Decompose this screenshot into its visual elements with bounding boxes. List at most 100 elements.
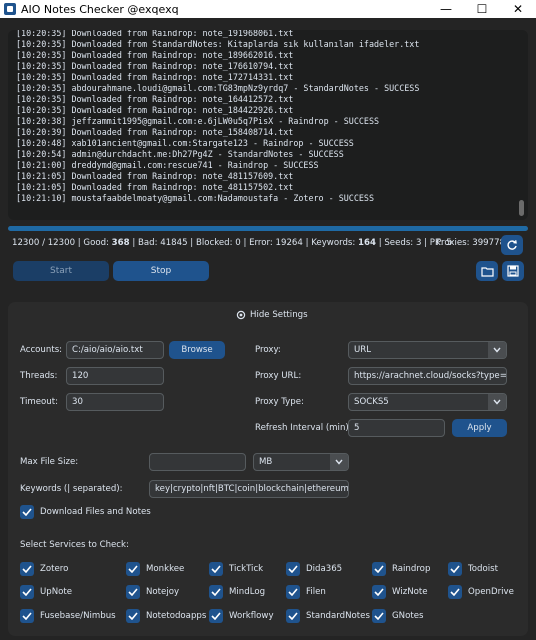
minimize-button[interactable]: —: [428, 0, 464, 18]
refresh-interval-label: Refresh Interval (min):: [255, 423, 352, 433]
service-label: OpenDrive: [468, 587, 514, 597]
service-label: Zotero: [40, 564, 69, 574]
max-file-size-input[interactable]: [149, 453, 246, 471]
max-file-size-label: Max File Size:: [20, 457, 79, 467]
service-checkbox-mindlog[interactable]: MindLog: [209, 585, 265, 599]
log-line: [10:21:05] Downloaded from Raindrop: not…: [16, 171, 294, 181]
keywords-input[interactable]: key|crypto|nft|BTC|coin|blockchain|ether…: [149, 480, 349, 498]
hide-settings-label: Hide Settings: [250, 310, 308, 320]
close-button[interactable]: ✕: [500, 0, 536, 18]
proxy-select[interactable]: URL: [348, 341, 507, 359]
checkmark-icon: [286, 609, 300, 623]
log-scrollbar[interactable]: [519, 200, 524, 216]
service-checkbox-wiznote[interactable]: WizNote: [372, 585, 428, 599]
service-checkbox-workflowy[interactable]: Workflowy: [209, 609, 274, 623]
progress-bar: [8, 226, 528, 231]
apply-button[interactable]: Apply: [452, 419, 507, 437]
log-line: [10:20:39] Downloaded from Raindrop: not…: [16, 127, 294, 137]
checkmark-icon: [372, 609, 386, 623]
log-output[interactable]: [10:20:35] Downloaded from Raindrop: not…: [8, 30, 528, 220]
max-file-unit-value: MB: [259, 457, 273, 467]
proxy-select-value: URL: [354, 345, 372, 355]
app-icon: [4, 3, 16, 15]
service-label: GNotes: [392, 611, 424, 621]
timeout-label: Timeout:: [20, 397, 59, 407]
save-icon: [507, 265, 519, 277]
start-button[interactable]: Start: [13, 261, 109, 281]
proxy-type-select[interactable]: SOCKS5: [348, 393, 507, 411]
log-line: [10:21:10] moustafaabdelmoaty@gmail.com:…: [16, 193, 374, 203]
select-services-label: Select Services to Check:: [20, 540, 129, 550]
service-checkbox-notetodoapps[interactable]: Notetodoapps: [126, 609, 206, 623]
accounts-input[interactable]: C:/aio/aio/aio.txt: [66, 341, 164, 359]
log-line: [10:20:48] xab101ancient@gmail.com:Starg…: [16, 138, 354, 148]
log-line: [10:20:35] Downloaded from Raindrop: not…: [16, 105, 294, 115]
service-checkbox-notejoy[interactable]: Notejoy: [126, 585, 179, 599]
service-checkbox-monkkee[interactable]: Monkkee: [126, 562, 184, 576]
checkmark-icon: [209, 585, 223, 599]
browse-button[interactable]: Browse: [169, 341, 225, 359]
service-checkbox-ticktick[interactable]: TickTick: [209, 562, 263, 576]
service-label: Todoist: [468, 564, 498, 574]
service-checkbox-zotero[interactable]: Zotero: [20, 562, 68, 576]
service-checkbox-opendrive[interactable]: OpenDrive: [448, 585, 514, 599]
keywords-count: 164: [358, 238, 376, 248]
error-label: Error:: [249, 238, 273, 248]
progress-count: 12300 / 12300: [12, 238, 76, 248]
log-lines: [10:20:35] Downloaded from Raindrop: not…: [16, 30, 514, 204]
service-label: TickTick: [229, 564, 264, 574]
service-label: Filen: [306, 587, 326, 597]
checkmark-icon: [20, 505, 34, 519]
checkmark-icon: [126, 562, 140, 576]
service-checkbox-todoist[interactable]: Todoist: [448, 562, 498, 576]
service-checkbox-filen[interactable]: Filen: [286, 585, 326, 599]
checkmark-icon: [209, 609, 223, 623]
service-checkbox-upnote[interactable]: UpNote: [20, 585, 72, 599]
chevron-down-icon[interactable]: [330, 454, 348, 470]
hide-settings-button[interactable]: Hide Settings: [236, 310, 308, 320]
refresh-interval-input[interactable]: 5: [348, 419, 445, 437]
threads-label: Threads:: [20, 371, 58, 381]
window-title: AIO Notes Checker @exqexq: [21, 2, 179, 16]
seeds-count: 3: [415, 238, 422, 248]
service-label: WizNote: [392, 587, 428, 597]
window-controls: — ☐ ✕: [428, 0, 536, 18]
log-line: [10:21:00] dreddymd@gmail.com:rescue741 …: [16, 160, 319, 170]
service-label: Notetodoapps: [146, 611, 207, 621]
service-label: StandardNotes: [306, 611, 370, 621]
save-button[interactable]: [502, 261, 524, 281]
timeout-input[interactable]: 30: [66, 393, 164, 411]
service-label: Workflowy: [229, 611, 274, 621]
chevron-down-icon[interactable]: [488, 342, 506, 358]
threads-input[interactable]: 120: [66, 367, 164, 385]
service-label: Raindrop: [392, 564, 431, 574]
chevron-down-icon[interactable]: [488, 394, 506, 410]
checkmark-icon: [209, 562, 223, 576]
proxy-url-label: Proxy URL:: [255, 371, 302, 381]
log-line: [10:20:35] Downloaded from Raindrop: not…: [16, 50, 294, 60]
download-files-label: Download Files and Notes: [40, 507, 151, 517]
proxy-url-input[interactable]: https://arachnet.cloud/socks?type=lis: [348, 367, 507, 385]
service-checkbox-fusebase-nimbus[interactable]: Fusebase/Nimbus: [20, 609, 116, 623]
keywords-label: Keywords:: [311, 238, 356, 248]
max-file-unit-select[interactable]: MB: [253, 453, 349, 471]
maximize-button[interactable]: ☐: [464, 0, 500, 18]
download-files-checkbox[interactable]: Download Files and Notes: [20, 505, 151, 519]
service-checkbox-dida365[interactable]: Dida365: [286, 562, 342, 576]
blocked-label: Blocked:: [195, 238, 233, 248]
refresh-proxies-button[interactable]: [501, 235, 523, 255]
keywords-label: Keywords (| separated):: [20, 484, 123, 494]
service-checkbox-gnotes[interactable]: GNotes: [372, 609, 423, 623]
log-line: [10:21:05] Downloaded from Raindrop: not…: [16, 182, 294, 192]
checkmark-icon: [126, 585, 140, 599]
folder-icon: [480, 266, 494, 277]
proxy-label: Proxy:: [255, 345, 281, 355]
service-label: UpNote: [40, 587, 73, 597]
checkmark-icon: [286, 562, 300, 576]
service-checkbox-raindrop[interactable]: Raindrop: [372, 562, 430, 576]
stop-button[interactable]: Stop: [113, 261, 209, 281]
open-folder-button[interactable]: [476, 261, 498, 281]
service-checkbox-standardnotes[interactable]: StandardNotes: [286, 609, 370, 623]
log-line: [10:20:35] Downloaded from Raindrop: not…: [16, 72, 294, 82]
log-line: [10:20:54] admin@durchdacht.me:Dh27Pg4Z …: [16, 149, 344, 159]
